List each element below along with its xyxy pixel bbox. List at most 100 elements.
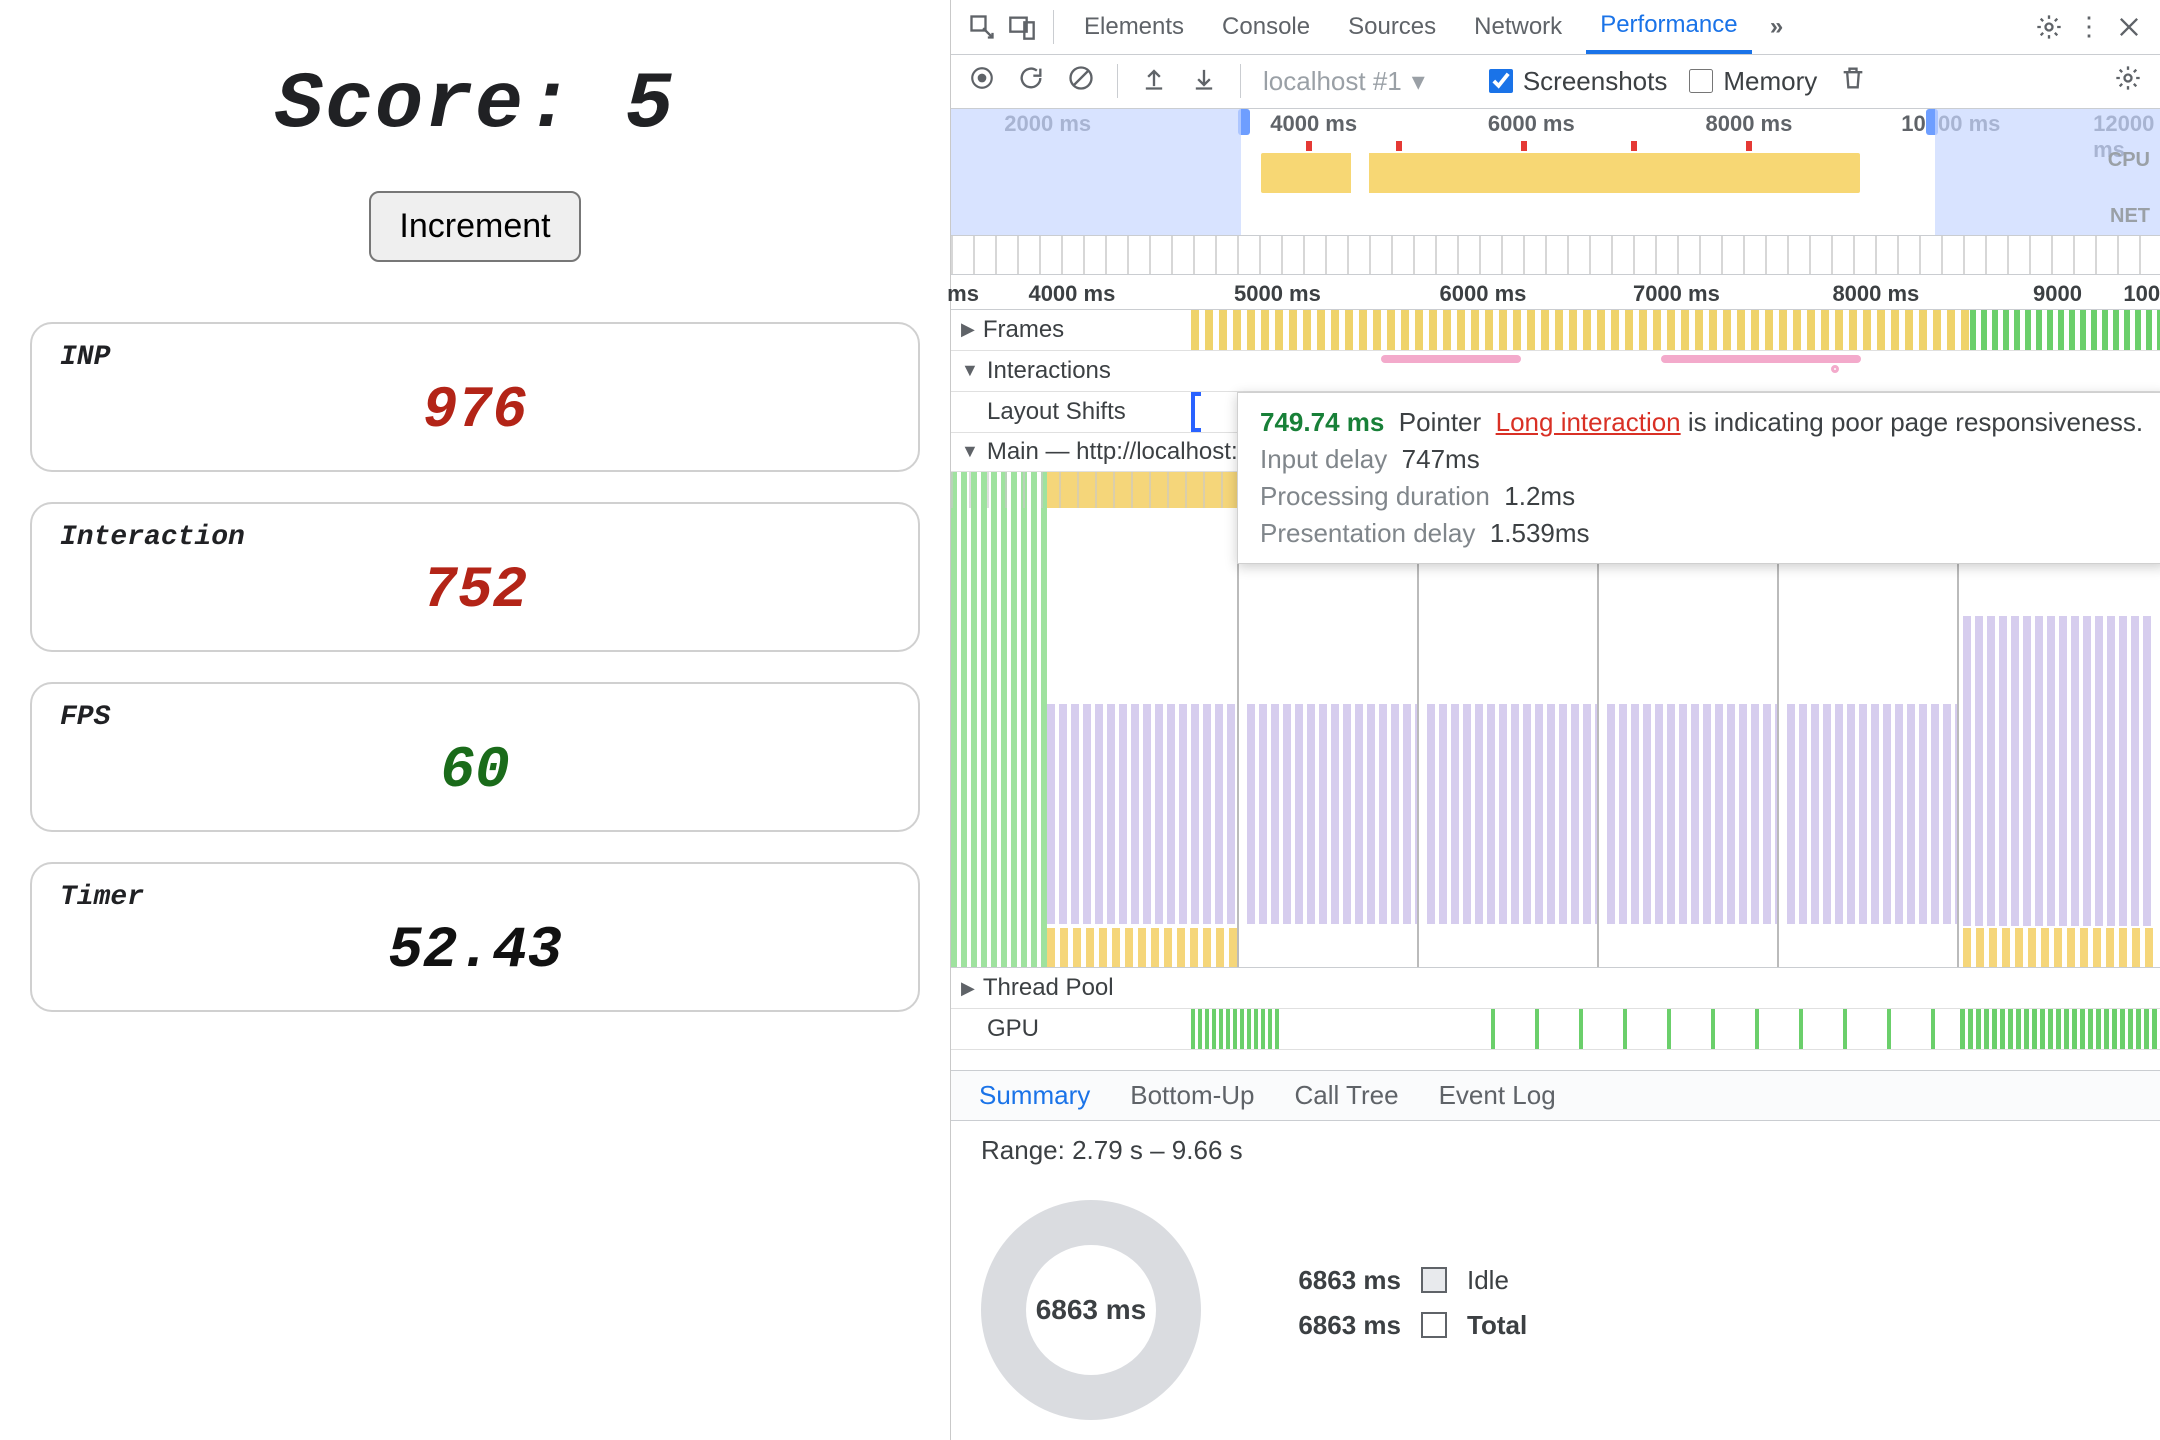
- flame-lavender-stack[interactable]: [1047, 704, 1237, 924]
- chevron-down-icon: ▾: [1412, 66, 1425, 97]
- perf-toolbar: localhost #1 ▾ Screenshots Memory: [951, 55, 2160, 110]
- track-thread-pool[interactable]: ▶ Thread Pool: [951, 968, 2160, 1009]
- long-task-marker: [1521, 141, 1527, 151]
- ruler-tick: 5000 ms: [1234, 281, 1321, 307]
- long-task-marker: [1396, 141, 1402, 151]
- record-icon[interactable]: [969, 65, 995, 98]
- metric-label: INP: [60, 342, 890, 373]
- tooltip-warn-link[interactable]: Long interaction: [1496, 407, 1681, 437]
- screenshots-input[interactable]: [1489, 69, 1513, 93]
- close-icon[interactable]: [2114, 12, 2144, 42]
- track-gpu[interactable]: GPU: [951, 1009, 2160, 1050]
- tab-network[interactable]: Network: [1460, 0, 1576, 54]
- tooltip-time: 749.74 ms: [1260, 407, 1384, 437]
- metric-timer: Timer 52.43: [30, 862, 920, 1012]
- ruler-tick: 6000 ms: [1440, 281, 1527, 307]
- interaction-bar[interactable]: [1381, 355, 1521, 363]
- interaction-whisker-icon: [1831, 365, 1839, 373]
- track-frames[interactable]: ▶ Frames: [951, 310, 2160, 351]
- swatch-idle: [1421, 1267, 1447, 1293]
- inspect-icon[interactable]: [967, 12, 997, 42]
- reload-record-icon[interactable]: [1017, 64, 1045, 99]
- screenshots-checkbox[interactable]: Screenshots: [1489, 66, 1668, 97]
- summary-donut: 6863 ms: [981, 1200, 1201, 1420]
- swatch-total: [1421, 1312, 1447, 1338]
- flame-lavender-stack[interactable]: [1607, 704, 1777, 924]
- minimap-unselected: [951, 109, 1241, 235]
- memory-checkbox[interactable]: Memory: [1689, 66, 1817, 97]
- metric-value: 60: [60, 739, 890, 804]
- devtools-pane: Elements Console Sources Network Perform…: [950, 0, 2160, 1440]
- flame-bottom-yellow[interactable]: [1047, 928, 1237, 968]
- track-layout-shifts[interactable]: Layout Shifts 749.74 ms Pointer Long int…: [951, 392, 2160, 433]
- ruler-tick: 7000 ms: [1633, 281, 1720, 307]
- net-label: NET: [2110, 205, 2150, 228]
- track-interactions[interactable]: ▼Interactions: [951, 351, 2160, 392]
- metric-label: Timer: [60, 882, 890, 913]
- ruler-tick: 1000: [2123, 281, 2160, 307]
- expand-icon[interactable]: ▶: [961, 319, 975, 340]
- long-task-marker: [1306, 141, 1312, 151]
- track-label: Layout Shifts: [987, 398, 1126, 426]
- kebab-icon[interactable]: ⋮: [2074, 12, 2104, 42]
- capture-settings-icon[interactable]: [2114, 64, 2142, 99]
- more-tabs-icon[interactable]: »: [1762, 12, 1792, 42]
- device-toggle-icon[interactable]: [1007, 12, 1037, 42]
- collapse-icon[interactable]: ▼: [961, 441, 979, 462]
- ruler-tick: 8000 ms: [1832, 281, 1919, 307]
- tooltip-type: Pointer: [1399, 407, 1481, 437]
- flame-lavender-stack[interactable]: [1963, 616, 2153, 926]
- interaction-tooltip: 749.74 ms Pointer Long interaction is in…: [1237, 392, 2160, 564]
- flame-idle: [951, 472, 1047, 969]
- flame-lavender-stack[interactable]: [1247, 704, 1417, 924]
- metric-label: Interaction: [60, 522, 890, 553]
- clear-icon[interactable]: [1067, 64, 1095, 99]
- interaction-bar[interactable]: [1661, 355, 1861, 363]
- timeline-ruler[interactable]: ms 4000 ms 5000 ms 6000 ms 7000 ms 8000 …: [951, 275, 2160, 310]
- devtools-tabstrip: Elements Console Sources Network Perform…: [951, 0, 2160, 55]
- memory-input[interactable]: [1689, 69, 1713, 93]
- app-pane: Score: 5 Increment INP 976 Interaction 7…: [0, 0, 950, 1440]
- ruler-tick: 4000 ms: [1028, 281, 1115, 307]
- track-label: GPU: [987, 1015, 1039, 1043]
- upload-icon[interactable]: [1140, 64, 1168, 99]
- long-task-marker: [1746, 141, 1752, 151]
- tab-elements[interactable]: Elements: [1070, 0, 1198, 54]
- gpu-activity: [1960, 1009, 2160, 1049]
- tab-event-log[interactable]: Event Log: [1439, 1080, 1556, 1111]
- summary-range: Range: 2.79 s – 9.66 s: [951, 1121, 2160, 1180]
- tab-performance[interactable]: Performance: [1586, 0, 1751, 54]
- flame-lavender-stack[interactable]: [1427, 704, 1597, 924]
- track-label: Thread Pool: [983, 974, 1114, 1002]
- tab-summary[interactable]: Summary: [979, 1080, 1090, 1111]
- settings-gear-icon[interactable]: [2034, 12, 2064, 42]
- flame-bottom-yellow[interactable]: [1963, 928, 2153, 968]
- ruler-tick: ms: [947, 281, 979, 307]
- tab-call-tree[interactable]: Call Tree: [1295, 1080, 1399, 1111]
- expand-icon[interactable]: ▶: [961, 978, 975, 999]
- metric-value: 752: [60, 559, 890, 624]
- target-dropdown[interactable]: localhost #1 ▾: [1263, 66, 1425, 97]
- collapse-icon[interactable]: ▼: [961, 360, 979, 381]
- metric-label: FPS: [60, 702, 890, 733]
- flame-lavender-stack[interactable]: [1787, 704, 1957, 924]
- donut-center: 6863 ms: [1036, 1294, 1147, 1326]
- tab-sources[interactable]: Sources: [1334, 0, 1450, 54]
- tick: 4000 ms: [1270, 111, 1357, 137]
- track-label: Frames: [983, 316, 1064, 344]
- tab-console[interactable]: Console: [1208, 0, 1324, 54]
- gc-icon[interactable]: [1839, 64, 1867, 99]
- overview-network-strip: [951, 236, 2160, 275]
- download-icon[interactable]: [1190, 64, 1218, 99]
- summary-panel: 6863 ms 6863 msIdle 6863 msTotal: [951, 1180, 2160, 1440]
- gpu-activity: [1191, 1009, 1281, 1049]
- increment-button[interactable]: Increment: [369, 191, 580, 262]
- layout-shift-marker: [1191, 392, 1201, 432]
- score-heading: Score: 5: [30, 60, 920, 151]
- overview-minimap[interactable]: 2000 ms 4000 ms 6000 ms 8000 ms 10000 ms…: [951, 109, 2160, 236]
- tooltip-warn-tail: is indicating poor page responsiveness.: [1681, 407, 2144, 437]
- long-task-marker: [1631, 141, 1637, 151]
- tab-bottom-up[interactable]: Bottom-Up: [1130, 1080, 1254, 1111]
- cpu-label: CPU: [2108, 149, 2150, 172]
- frames-good-region: [1970, 310, 2160, 350]
